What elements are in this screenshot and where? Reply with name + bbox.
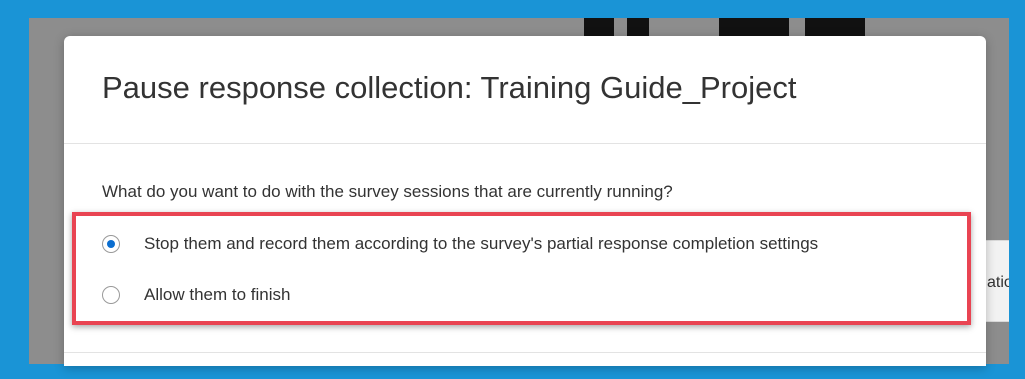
- background-partial-text: atio: [987, 274, 1009, 291]
- dialog-footer-divider: [64, 352, 986, 353]
- dialog-title: Pause response collection: Training Guid…: [102, 70, 797, 105]
- qr-code-fragment: [719, 18, 789, 36]
- radio-button-selected[interactable]: [102, 235, 120, 253]
- screenshot-frame: atio Pause response collection: Training…: [0, 0, 1025, 379]
- dialog-header: Pause response collection: Training Guid…: [64, 36, 986, 144]
- radio-button-unselected[interactable]: [102, 286, 120, 304]
- pause-response-dialog: Pause response collection: Training Guid…: [64, 36, 986, 366]
- option-stop-and-record[interactable]: Stop them and record them according to t…: [102, 232, 818, 256]
- option-allow-to-finish[interactable]: Allow them to finish: [102, 283, 290, 307]
- option-label: Stop them and record them according to t…: [144, 234, 819, 253]
- qr-code-fragment: [805, 18, 865, 36]
- qr-code-fragment: [584, 18, 614, 36]
- qr-code-fragment: [627, 18, 649, 36]
- dialog-question: What do you want to do with the survey s…: [102, 182, 673, 201]
- option-label: Allow them to finish: [144, 285, 291, 304]
